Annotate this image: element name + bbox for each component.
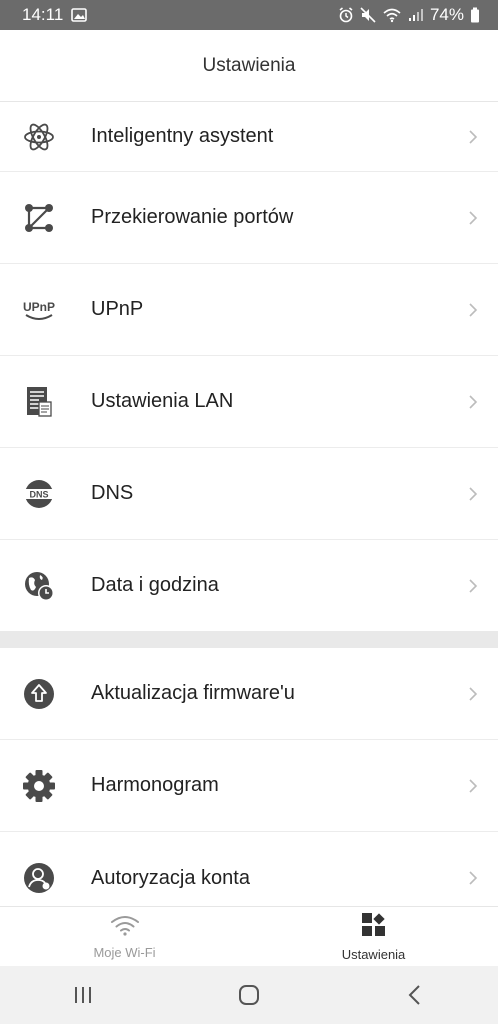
settings-item-lan[interactable]: Ustawienia LAN	[0, 356, 498, 448]
settings-item-schedule[interactable]: Harmonogram	[0, 740, 498, 832]
settings-item-port-forwarding[interactable]: Przekierowanie portów	[0, 172, 498, 264]
settings-item-smart-assistant[interactable]: Inteligentny asystent	[0, 102, 498, 172]
recent-apps-icon	[75, 987, 91, 1003]
settings-item-dns[interactable]: DNS DNS	[0, 448, 498, 540]
status-time: 14:11	[22, 5, 64, 24]
settings-item-label: Harmonogram	[91, 774, 219, 796]
tab-my-wifi[interactable]: Moje Wi-Fi	[0, 907, 249, 967]
signal-icon	[408, 8, 424, 22]
bottom-tab-bar: Moje Wi-Fi Ustawienia	[0, 906, 498, 967]
settings-item-label: Ustawienia LAN	[91, 390, 234, 412]
settings-item-label: Autoryzacja konta	[91, 866, 250, 889]
settings-item-label: Inteligentny asystent	[91, 125, 274, 147]
lan-document-icon	[22, 385, 56, 419]
chevron-right-icon	[468, 485, 480, 503]
globe-clock-icon	[22, 569, 56, 603]
tab-settings[interactable]: Ustawienia	[249, 907, 498, 967]
chevron-right-icon	[468, 209, 480, 227]
chevron-right-icon	[468, 577, 480, 595]
chevron-right-icon	[468, 393, 480, 411]
settings-item-label: DNS	[91, 482, 134, 504]
recent-apps-button[interactable]	[53, 975, 113, 1015]
chevron-right-icon	[468, 777, 480, 795]
chevron-right-icon	[468, 685, 480, 703]
home-icon	[239, 985, 259, 1005]
settings-item-date-time[interactable]: Data i godzina	[0, 540, 498, 631]
upnp-icon-text: UPnP	[23, 300, 55, 314]
system-navigation-bar	[0, 966, 498, 1024]
status-bar-right: 74%	[338, 5, 480, 25]
tab-label: Moje Wi-Fi	[93, 945, 156, 960]
grid-icon	[361, 912, 387, 943]
battery-icon	[470, 7, 480, 23]
image-icon	[71, 8, 88, 22]
wifi-icon	[110, 914, 140, 941]
nodes-icon	[22, 201, 56, 235]
page-title: Ustawienia	[202, 54, 296, 76]
back-icon	[408, 985, 420, 1005]
page-header: Ustawienia	[0, 30, 498, 102]
settings-item-upnp[interactable]: UPnP UPnP	[0, 264, 498, 356]
settings-item-label: Aktualizacja firmware'u	[91, 682, 295, 704]
account-icon	[22, 861, 56, 895]
gear-icon	[22, 769, 56, 803]
settings-item-label: Data i godzina	[91, 574, 219, 596]
alarm-icon	[338, 7, 354, 23]
back-button[interactable]	[385, 975, 445, 1015]
upload-arrow-icon	[22, 677, 56, 711]
upnp-icon: UPnP	[22, 293, 56, 327]
status-bar: 14:11 74%	[0, 0, 498, 30]
status-bar-left: 14:11	[22, 5, 88, 25]
home-button[interactable]	[219, 975, 279, 1015]
battery-percent: 74%	[429, 5, 464, 24]
chevron-right-icon	[468, 128, 480, 146]
tab-label: Ustawienia	[341, 947, 406, 962]
dns-icon: DNS	[22, 477, 56, 511]
settings-item-label: UPnP	[91, 298, 144, 320]
settings-item-label: Przekierowanie portów	[91, 206, 294, 228]
mute-icon	[360, 7, 376, 23]
settings-item-firmware-update[interactable]: Aktualizacja firmware'u	[0, 648, 498, 740]
atom-icon	[22, 120, 56, 154]
settings-item-account-authorization[interactable]: Autoryzacja konta	[0, 832, 498, 905]
wifi-icon	[382, 7, 402, 23]
chevron-right-icon	[468, 301, 480, 319]
settings-list: Inteligentny asystent Przekierowanie por…	[0, 102, 498, 905]
dns-icon-text: DNS	[29, 489, 48, 499]
section-divider	[0, 631, 498, 648]
chevron-right-icon	[468, 869, 480, 887]
